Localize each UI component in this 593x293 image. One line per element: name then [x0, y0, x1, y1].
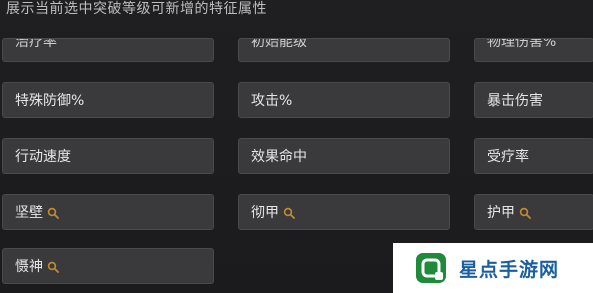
attribute-label: 暴击伤害	[487, 93, 543, 109]
attribute-tile-intimidate[interactable]: 慑神	[2, 248, 214, 284]
watermark-text: 星点手游网	[459, 258, 560, 281]
attribute-tile-armor[interactable]: 护甲	[474, 194, 593, 230]
attribute-label: 行动速度	[15, 149, 71, 165]
attribute-label: 护甲	[487, 205, 515, 221]
attribute-label: 治疗率	[15, 38, 57, 50]
attribute-tile-effect-hit[interactable]: 效果命中	[238, 138, 450, 174]
attribute-label: 彻甲	[251, 205, 279, 221]
attribute-tile-attack[interactable]: 攻击%	[238, 82, 450, 118]
search-icon[interactable]	[47, 261, 59, 273]
attribute-tile-pierce[interactable]: 彻甲	[238, 194, 450, 230]
attribute-tile-crit-damage[interactable]: 暴击伤害	[474, 82, 593, 118]
attribute-label: 物理伤害%	[487, 38, 557, 50]
attribute-tile-initial-energy[interactable]: 初始能级	[238, 38, 450, 62]
watermark-badge: 星点手游网	[393, 243, 593, 293]
attribute-tile-physical-damage[interactable]: 物理伤害%	[474, 38, 593, 62]
attribute-tile-special-defense[interactable]: 特殊防御%	[2, 82, 214, 118]
attribute-tile-bulwark[interactable]: 坚壁	[2, 194, 214, 230]
attribute-tile-heal-received[interactable]: 受疗率	[474, 138, 593, 174]
attribute-label: 攻击%	[251, 93, 293, 109]
attribute-label: 慑神	[15, 259, 43, 275]
search-icon[interactable]	[519, 207, 531, 219]
attribute-panel: 展示当前选中突破等级可新增的特征属性 治疗率 初始能级 物理伤害% 特殊防御% …	[0, 0, 593, 293]
attribute-label: 坚壁	[15, 205, 43, 221]
attribute-label: 特殊防御%	[15, 93, 85, 109]
panel-description: 展示当前选中突破等级可新增的特征属性	[6, 1, 267, 17]
attribute-tile-heal-rate[interactable]: 治疗率	[2, 38, 214, 62]
search-icon[interactable]	[47, 207, 59, 219]
attribute-label: 初始能级	[251, 38, 307, 50]
search-icon[interactable]	[283, 207, 295, 219]
attribute-tile-speed[interactable]: 行动速度	[2, 138, 214, 174]
attribute-label: 受疗率	[487, 149, 529, 165]
attribute-label: 效果命中	[251, 149, 307, 165]
watermark-logo-icon	[415, 252, 447, 284]
